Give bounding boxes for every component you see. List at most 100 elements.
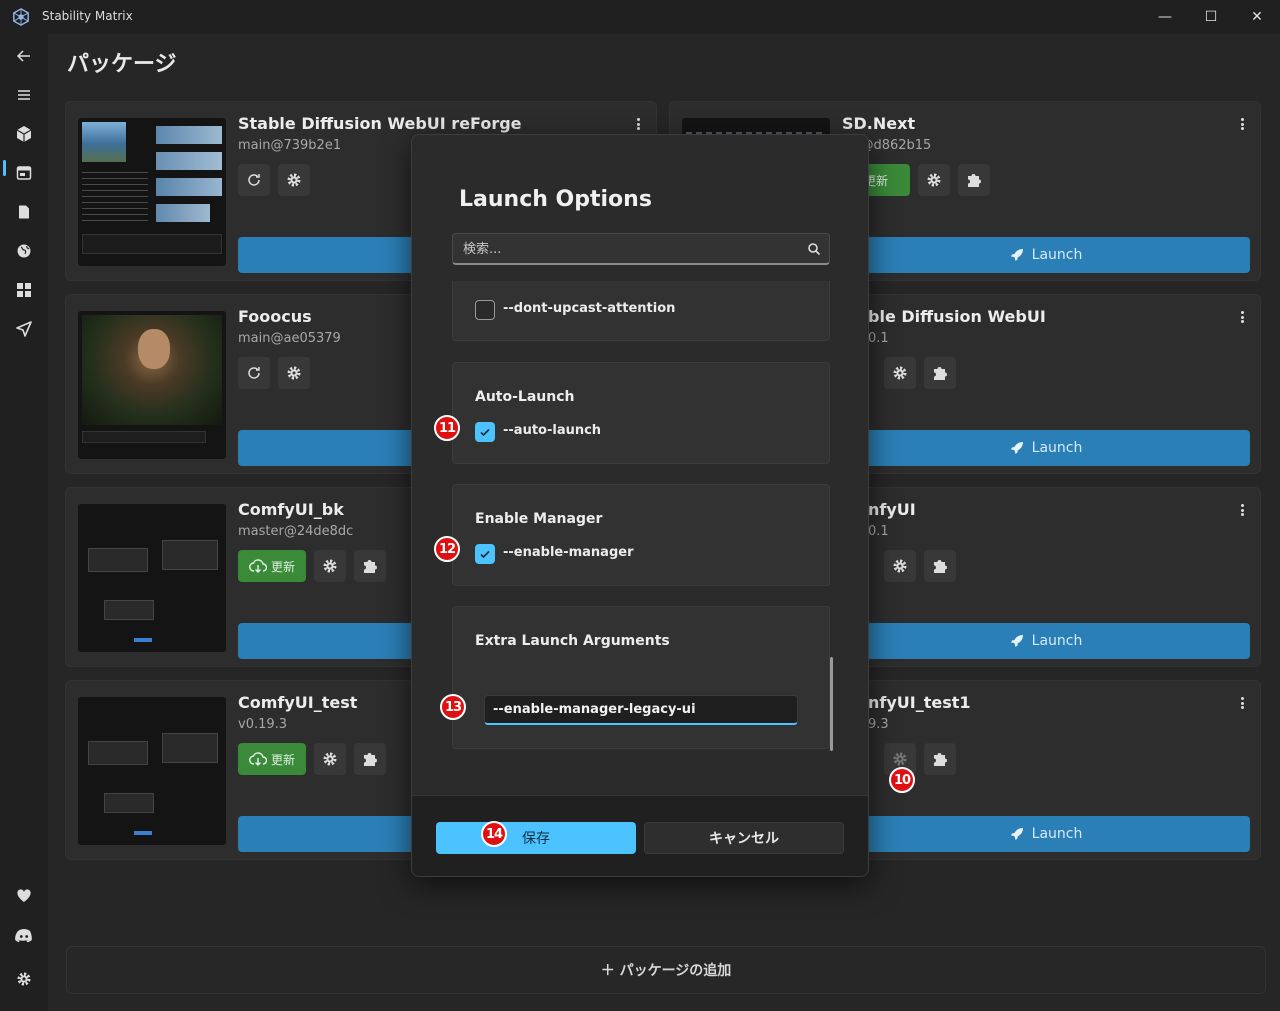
rocket-icon: [1010, 249, 1023, 261]
launch-label: Launch: [1031, 826, 1083, 842]
launch-button[interactable]: Launch: [842, 237, 1250, 273]
update-button[interactable]: 更新: [238, 743, 306, 775]
step-marker-14: 14: [481, 821, 507, 847]
packages-icon[interactable]: [12, 122, 36, 146]
search-input[interactable]: [463, 234, 793, 264]
minimize-button[interactable]: —: [1142, 0, 1188, 34]
add-package-button[interactable]: ＋ パッケージの追加: [66, 946, 1266, 994]
launch-label: Launch: [1031, 247, 1083, 263]
step-marker-12: 12: [434, 536, 460, 562]
maximize-button[interactable]: ☐: [1188, 0, 1234, 34]
launch-options-dialog: Launch Options --dont-upcast-attention A…: [411, 134, 869, 877]
options-scroll-area[interactable]: --dont-upcast-attention Auto-Launch --au…: [412, 281, 868, 795]
send-icon[interactable]: [12, 317, 36, 341]
package-name: ble Diffusion WebUI: [868, 307, 1046, 326]
refresh-button[interactable]: [238, 357, 270, 389]
window-title: Stability Matrix: [42, 9, 133, 23]
gear-icon: [323, 752, 337, 766]
step-marker-10: 10: [889, 767, 915, 793]
package-thumbnail: [78, 311, 226, 459]
more-options-icon[interactable]: [1238, 695, 1246, 711]
auto-launch-checkbox[interactable]: [475, 422, 495, 442]
sidebar: [0, 34, 48, 1011]
puzzle-icon: [364, 560, 377, 573]
settings-button[interactable]: [884, 357, 916, 389]
package-version: main@739b2e1: [238, 138, 342, 153]
check-icon: [480, 428, 490, 437]
launch-button[interactable]: Launch: [842, 430, 1250, 466]
settings-button[interactable]: [278, 164, 310, 196]
puzzle-icon: [934, 367, 947, 380]
gear-icon: [893, 752, 907, 766]
add-package-label: ＋ パッケージの追加: [600, 963, 732, 979]
more-options-icon[interactable]: [1238, 502, 1246, 518]
puzzle-icon: [364, 753, 377, 766]
option-flag-label: --auto-launch: [503, 423, 602, 438]
extensions-button[interactable]: [924, 550, 956, 582]
package-name: ComfyUI_test: [238, 693, 358, 712]
rocket-icon: [1010, 635, 1023, 647]
package-name: SD.Next: [842, 114, 916, 133]
web-icon[interactable]: [12, 239, 36, 263]
gear-icon: [893, 559, 907, 573]
extensions-button[interactable]: [924, 357, 956, 389]
extra-launch-arguments-input[interactable]: [484, 695, 798, 725]
package-name: nfyUI_test1: [868, 693, 971, 712]
settings-gear-icon[interactable]: [12, 967, 36, 991]
cloud-download-icon: [249, 559, 267, 573]
save-button[interactable]: 保存: [436, 822, 636, 854]
settings-button[interactable]: [314, 550, 346, 582]
scrollbar-thumb[interactable]: [830, 657, 833, 751]
settings-button[interactable]: [314, 743, 346, 775]
browser-icon[interactable]: [12, 161, 36, 185]
active-nav-indicator: [3, 160, 6, 176]
launch-button[interactable]: Launch: [842, 816, 1250, 852]
model-file-icon[interactable]: [12, 200, 36, 224]
extensions-button[interactable]: [924, 743, 956, 775]
puzzle-icon: [934, 560, 947, 573]
close-button[interactable]: ✕: [1234, 0, 1280, 34]
gear-icon: [287, 173, 301, 187]
menu-icon[interactable]: [12, 83, 36, 107]
extensions-button[interactable]: [958, 164, 990, 196]
rocket-icon: [1010, 442, 1023, 454]
dialog-title: Launch Options: [459, 187, 652, 212]
rocket-icon: [1010, 828, 1023, 840]
cancel-button[interactable]: キャンセル: [644, 822, 844, 854]
step-marker-13: 13: [440, 694, 466, 720]
settings-button[interactable]: [884, 550, 916, 582]
package-name: Stable Diffusion WebUI reForge: [238, 114, 522, 133]
cloud-download-icon: [249, 752, 267, 766]
package-version: 9.3: [868, 717, 889, 732]
step-marker-11: 11: [434, 415, 460, 441]
settings-button[interactable]: [918, 164, 950, 196]
option-title: Extra Launch Arguments: [475, 633, 670, 649]
package-version: 0.1: [868, 331, 889, 346]
puzzle-icon: [968, 174, 981, 187]
puzzle-icon: [934, 753, 947, 766]
page-title: パッケージ: [67, 52, 177, 77]
heart-icon[interactable]: [12, 884, 36, 908]
launch-label: Launch: [1031, 633, 1083, 649]
back-arrow-icon[interactable]: [12, 44, 36, 68]
extensions-button[interactable]: [354, 743, 386, 775]
extensions-button[interactable]: [354, 550, 386, 582]
launch-button[interactable]: Launch: [842, 623, 1250, 659]
more-options-icon[interactable]: [1238, 309, 1246, 325]
grid-icon[interactable]: [12, 278, 36, 302]
option-card: --dont-upcast-attention: [452, 281, 830, 341]
more-options-icon[interactable]: [634, 116, 642, 132]
enable-manager-checkbox[interactable]: [475, 544, 495, 564]
package-version: master@24de8dc: [238, 524, 354, 539]
refresh-button[interactable]: [238, 164, 270, 196]
dont-upcast-attention-checkbox[interactable]: [475, 300, 495, 320]
gear-icon: [287, 366, 301, 380]
update-button[interactable]: 更新: [238, 550, 306, 582]
option-flag-label: --dont-upcast-attention: [503, 301, 676, 316]
discord-icon[interactable]: [12, 924, 36, 948]
search-icon: [808, 243, 821, 256]
search-box[interactable]: [452, 233, 830, 265]
settings-button[interactable]: [278, 357, 310, 389]
package-version: v0.19.3: [238, 717, 288, 732]
more-options-icon[interactable]: [1238, 116, 1246, 132]
